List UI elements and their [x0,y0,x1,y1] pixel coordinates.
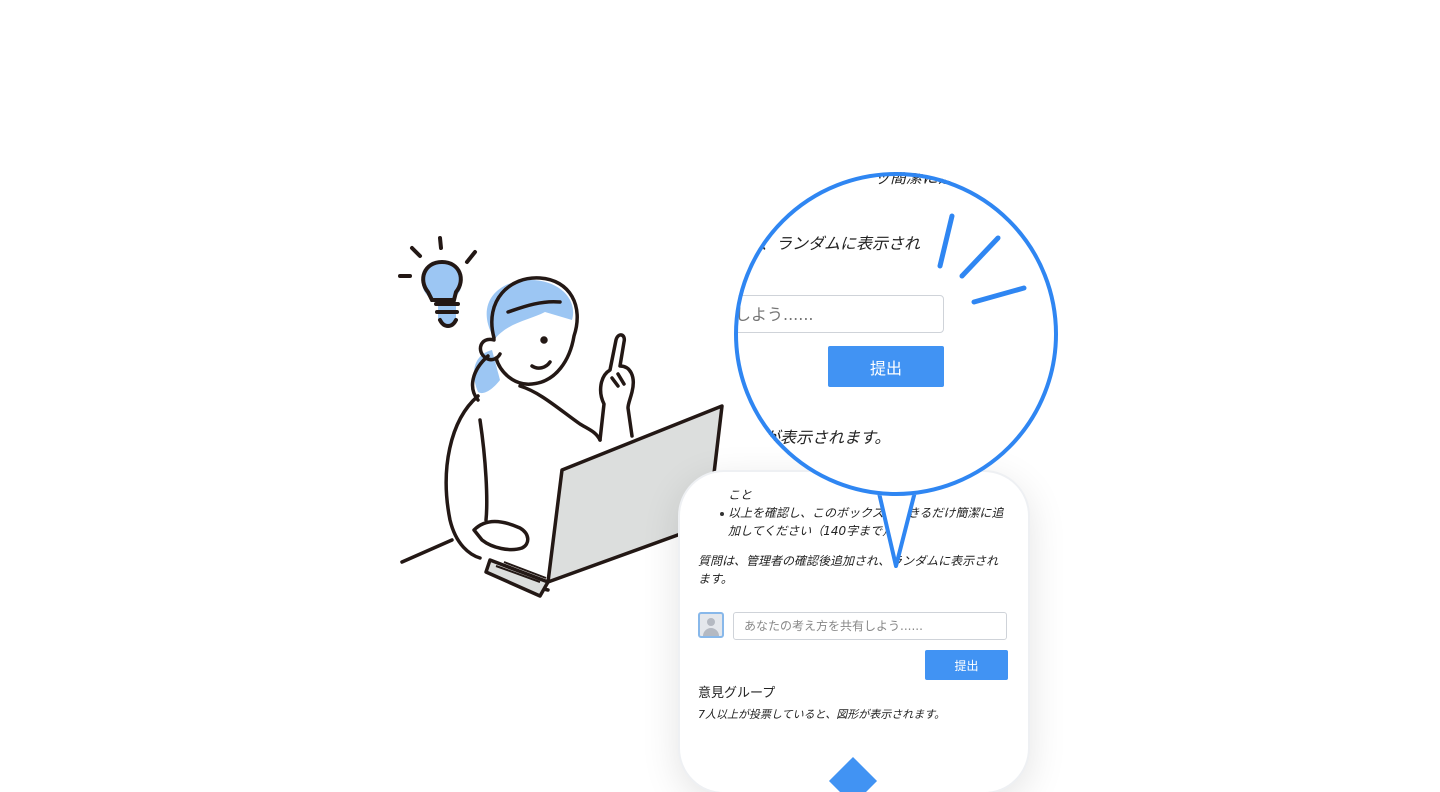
group-shape [828,756,878,792]
notice-line-1: 質問は、管理者の確認後追加され、ランダムに表示され [698,554,999,568]
submit-button[interactable]: 提出 [925,650,1008,680]
emphasis-lines [937,213,1027,305]
bullet-line-1: 以上を確認し、このボックスにできるだけ簡潔に追 [728,506,1004,520]
notice-line-2: ます。 [698,572,733,586]
phone-mockup: こと 以上を確認し、このボックスにできるだけ簡潔に追 加してください（140字ま… [680,472,1028,792]
opinion-input[interactable] [733,612,1007,640]
bullet-line-2: 加してください（140字まで） [728,524,895,538]
phone-screen: こと 以上を確認し、このボックスにできるだけ簡潔に追 加してください（140字ま… [696,486,1012,792]
user-avatar-icon [698,612,724,638]
zoom-bubble: ッ簡潔に追 、ランダムに表示され 提出 が表示されます。 [734,172,1058,496]
opinion-group-note: 7人以上が投票していると、図形が表示されます。 [698,708,946,721]
opinion-group-heading: 意見グループ [698,686,776,701]
lightbulb-icon [398,236,477,328]
bullet-dot [720,512,724,516]
